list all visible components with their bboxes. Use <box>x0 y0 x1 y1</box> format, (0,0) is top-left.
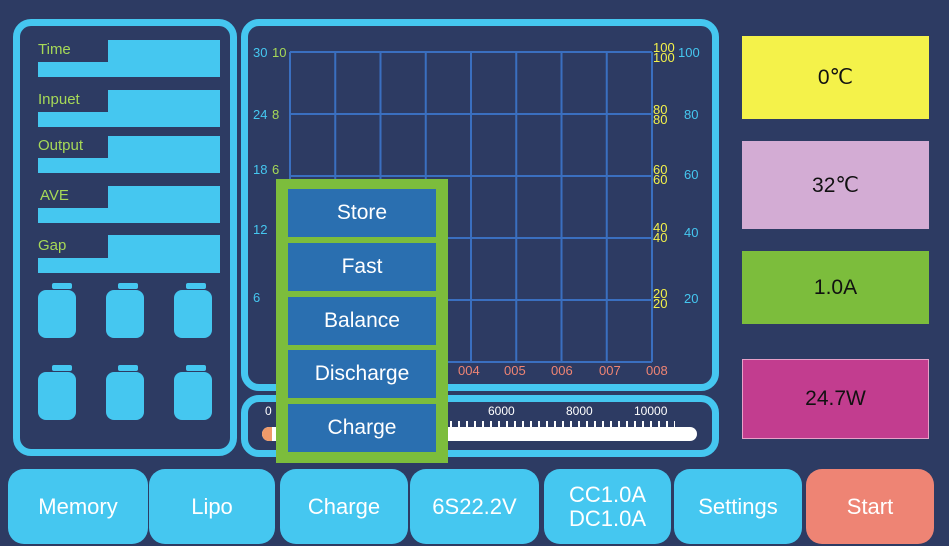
right-axis-outer-tick: 20 <box>684 291 699 306</box>
x-axis-tick: 008 <box>646 363 668 378</box>
menu-item-store[interactable]: Store <box>288 189 436 237</box>
power-display: 24.7W <box>742 359 929 439</box>
memory-button[interactable]: Memory <box>8 469 148 544</box>
x-axis-tick: 004 <box>458 363 480 378</box>
voltage-button[interactable]: 6S22.2V <box>410 469 539 544</box>
x-axis-tick: 007 <box>599 363 621 378</box>
y-axis-outer-tick: 12 <box>253 222 268 237</box>
right-axis-outer-tick: 40 <box>684 225 699 240</box>
right-axis-subtick: 40 <box>653 230 668 245</box>
charge-mode-button[interactable]: Charge <box>280 469 408 544</box>
right-axis-subtick: 20 <box>653 296 668 311</box>
settings-button[interactable]: Settings <box>674 469 802 544</box>
current-button[interactable]: CC1.0A DC1.0A <box>544 469 671 544</box>
y-axis-outer-tick: 18 <box>253 162 268 177</box>
menu-item-charge[interactable]: Charge <box>288 404 436 452</box>
menu-item-balance[interactable]: Balance <box>288 297 436 345</box>
progress-ticks <box>450 421 675 427</box>
discharge-current-label: DC1.0A <box>568 505 647 531</box>
right-axis-outer-tick: 80 <box>684 107 699 122</box>
progress-fill <box>262 427 272 441</box>
current-display: 1.0A <box>742 251 929 324</box>
temperature-2-display: 32℃ <box>742 141 929 229</box>
progress-label-10000: 10000 <box>634 404 668 418</box>
progress-label-6000: 6000 <box>488 404 515 418</box>
y-axis-outer-tick: 24 <box>253 107 268 122</box>
x-axis-tick: 005 <box>504 363 526 378</box>
right-axis-subtick: 100 <box>653 50 675 65</box>
menu-item-discharge[interactable]: Discharge <box>288 350 436 398</box>
start-button[interactable]: Start <box>806 469 934 544</box>
right-axis-outer-tick: 60 <box>684 167 699 182</box>
right-axis-outer-tick: 100 <box>678 45 700 60</box>
y-axis-inner-tick: 6 <box>272 162 280 177</box>
y-axis-outer-tick: 6 <box>253 290 261 305</box>
charge-current-label: CC1.0A <box>568 482 647 508</box>
y-axis-outer-tick: 30 <box>253 45 268 60</box>
y-axis-inner-tick: 10 <box>272 45 287 60</box>
progress-start-label: 0 <box>265 404 272 418</box>
y-axis-inner-tick: 8 <box>272 107 280 122</box>
temperature-1-display: 0℃ <box>742 36 929 119</box>
right-axis-subtick: 60 <box>653 172 668 187</box>
battery-type-button[interactable]: Lipo <box>149 469 275 544</box>
x-axis-tick: 006 <box>551 363 573 378</box>
menu-item-fast[interactable]: Fast <box>288 243 436 291</box>
right-axis-subtick: 80 <box>653 112 668 127</box>
progress-label-8000: 8000 <box>566 404 593 418</box>
